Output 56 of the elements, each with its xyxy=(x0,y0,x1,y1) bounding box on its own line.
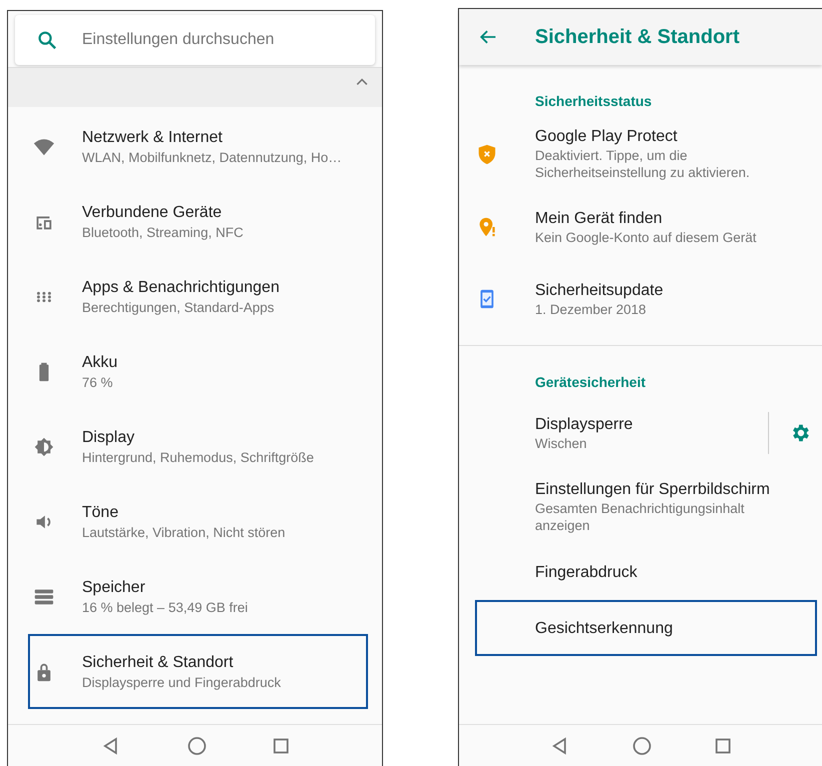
item-subtitle: 1. Dezember 2018 xyxy=(535,301,648,318)
settings-item[interactable]: Speicher 16 % belegt – 53,49 GB frei xyxy=(28,559,368,634)
item-title: Akku xyxy=(82,352,118,372)
settings-item[interactable]: Netzwerk & Internet WLAN, Mobilfunknetz, Datennutzung, Ho… xyxy=(28,109,368,184)
settings-item[interactable]: Töne Lautstärke, Vibration, Nicht stören xyxy=(28,484,368,559)
item-subtitle: Deaktiviert. Tippe, um die Sicherheitseinstellung zu aktivieren. xyxy=(535,147,751,181)
item-subtitle: Lautstärke, Vibration, Nicht stören xyxy=(82,524,286,542)
recents-button[interactable] xyxy=(714,738,731,754)
search-field[interactable]: Einstellungen durchsuchen xyxy=(15,15,375,65)
item-subtitle: Wischen xyxy=(535,435,588,452)
item-title: Speicher xyxy=(82,578,146,598)
settings-item[interactable]: Display Hintergrund, Ruhemodus, Schriftgröße xyxy=(28,409,368,484)
item-title: Netzwerk & Internet xyxy=(82,128,224,148)
item-title: Display xyxy=(82,428,136,448)
settings-item[interactable]: Google Play Protect Deaktiviert. Tippe, um die Sicherheitseinstellung zu aktivieren. xyxy=(475,116,817,191)
item-subtitle: Hintergrund, Ruhemodus, Schriftgröße xyxy=(82,448,314,466)
chevron-up-icon[interactable] xyxy=(356,78,368,86)
settings-item[interactable]: Apps & Benachrichtigungen Berechtigungen, Standard-Apps xyxy=(28,259,368,334)
item-title: Google Play Protect xyxy=(535,127,678,147)
settings-item[interactable]: Akku 76 % xyxy=(28,334,368,409)
section-header: Sicherheitsstatus xyxy=(535,92,653,111)
settings-item[interactable]: Sicherheit & Standort Displaysperre und Fingerabdruck xyxy=(28,634,368,709)
search-icon xyxy=(36,29,58,51)
item-subtitle: Gesamten Benachrichtigungsinhalt anzeigen xyxy=(535,500,746,534)
item-subtitle: Bluetooth, Streaming, NFC xyxy=(82,224,244,242)
home-button[interactable] xyxy=(632,736,652,756)
item-title: Töne xyxy=(82,502,120,522)
item-subtitle: Kein Google-Konto auf diesem Gerät xyxy=(535,229,758,246)
item-subtitle: WLAN, Mobilfunknetz, Datennutzung, Ho… xyxy=(82,148,342,166)
settings-item[interactable]: Sicherheitsupdate 1. Dezember 2018 xyxy=(475,263,817,335)
item-title: Sicherheitsupdate xyxy=(535,281,664,301)
item-subtitle: 16 % belegt – 53,49 GB frei xyxy=(82,598,248,616)
item-title: Fingerabdruck xyxy=(535,562,638,582)
brightness-icon xyxy=(33,436,55,458)
item-title: Gesichtserkennung xyxy=(535,618,674,638)
item-subtitle: Berechtigungen, Standard-Apps xyxy=(82,298,276,316)
item-title: Mein Gerät finden xyxy=(535,209,664,229)
recents-button[interactable] xyxy=(273,738,289,754)
item-title: Verbundene Geräte xyxy=(82,202,223,222)
settings-item[interactable]: Displaysperre Wischen xyxy=(475,397,817,469)
item-subtitle: 76 % xyxy=(82,374,114,392)
settings-item[interactable]: Verbundene Geräte Bluetooth, Streaming, NFC xyxy=(28,184,368,259)
settings-item[interactable]: Fingerabdruck xyxy=(475,544,817,600)
shield-warning-icon xyxy=(476,142,498,164)
item-subtitle: Displaysperre und Fingerabdruck xyxy=(82,674,281,692)
item-title: Einstellungen für Sperrbildschirm xyxy=(535,480,771,500)
item-title: Sicherheit & Standort xyxy=(82,652,234,672)
settings-item[interactable]: Gesichtserkennung xyxy=(475,600,817,656)
home-button[interactable] xyxy=(187,736,207,756)
item-title: Displaysperre xyxy=(535,415,634,435)
search-placeholder: Einstellungen durchsuchen xyxy=(82,30,274,50)
settings-item[interactable]: Mein Gerät finden Kein Google-Konto auf diesem Gerät xyxy=(475,191,817,263)
section-header: Gerätesicherheit xyxy=(535,373,646,392)
screen-title: Sicherheit & Standort xyxy=(535,25,740,50)
settings-item[interactable]: Einstellungen für Sperrbildschirm Gesamten Benachrichtigungsinhalt anzeigen xyxy=(475,469,817,544)
item-title: Apps & Benachrichtigungen xyxy=(82,278,280,298)
